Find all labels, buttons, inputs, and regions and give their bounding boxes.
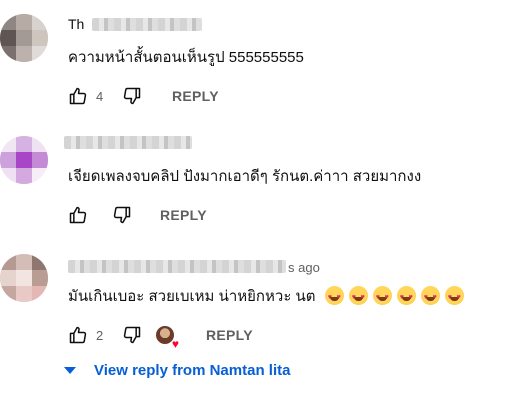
creator-avatar-icon: ♥ — [156, 326, 179, 350]
like-count: 2 — [96, 327, 104, 343]
dislike-icon[interactable] — [110, 203, 134, 227]
comment-text: เจียดเพลงจบคลิป ปังมากเอาดีๆ รักนต.ค่าาา… — [68, 168, 422, 185]
comment-text: มันเกินเบอะ สวยเบเหม น่าหยิกหวะ นต — [68, 286, 464, 308]
dislike-icon[interactable] — [120, 323, 144, 347]
blurred-author-name — [92, 18, 202, 31]
avatar[interactable] — [0, 136, 48, 184]
heart-eyes-emoji — [396, 286, 416, 308]
reply-button[interactable]: REPLY — [172, 88, 219, 104]
dislike-icon[interactable] — [120, 84, 144, 108]
blurred-author-name — [64, 136, 192, 149]
heart-eyes-emoji — [420, 286, 440, 308]
reply-button[interactable]: REPLY — [160, 207, 207, 223]
heart-eyes-emoji — [444, 286, 464, 308]
heart-eyes-emoji — [324, 286, 344, 308]
heart-icon: ♥ — [171, 337, 179, 351]
view-replies-button[interactable]: View reply from Namtan lita — [64, 362, 290, 379]
comment-actions: 2 ♥ REPLY — [66, 323, 253, 350]
heart-eyes-emoji — [348, 286, 368, 308]
avatar[interactable] — [0, 14, 48, 62]
comment-actions: 4 REPLY — [66, 84, 219, 108]
comment-author[interactable]: Th — [68, 16, 84, 32]
comment-1: Th ความหน้าสั้นตอนเห็นรูป 555555555 4 RE… — [0, 0, 531, 115]
comment-text: ความหน้าสั้นตอนเห็นรูป 555555555 — [68, 49, 304, 66]
like-icon[interactable] — [66, 84, 90, 108]
creator-heart-badge: ♥ — [156, 326, 179, 350]
avatar[interactable] — [0, 254, 48, 302]
comment-text-body: มันเกินเบอะ สวยเบเหม น่าหยิกหวะ นต — [68, 288, 316, 305]
comment-2: เจียดเพลงจบคลิป ปังมากเอาดีๆ รักนต.ค่าาา… — [0, 120, 531, 235]
caret-down-icon — [64, 367, 76, 374]
like-count: 4 — [96, 88, 104, 104]
comment-timestamp[interactable]: s ago — [288, 260, 320, 275]
view-replies-label: View reply from Namtan lita — [94, 362, 291, 379]
like-icon[interactable] — [66, 323, 90, 347]
blurred-author-name — [68, 260, 286, 273]
comment-actions: REPLY — [66, 203, 207, 227]
heart-eyes-emoji — [372, 286, 392, 308]
like-icon[interactable] — [66, 203, 90, 227]
reply-button[interactable]: REPLY — [206, 327, 253, 343]
